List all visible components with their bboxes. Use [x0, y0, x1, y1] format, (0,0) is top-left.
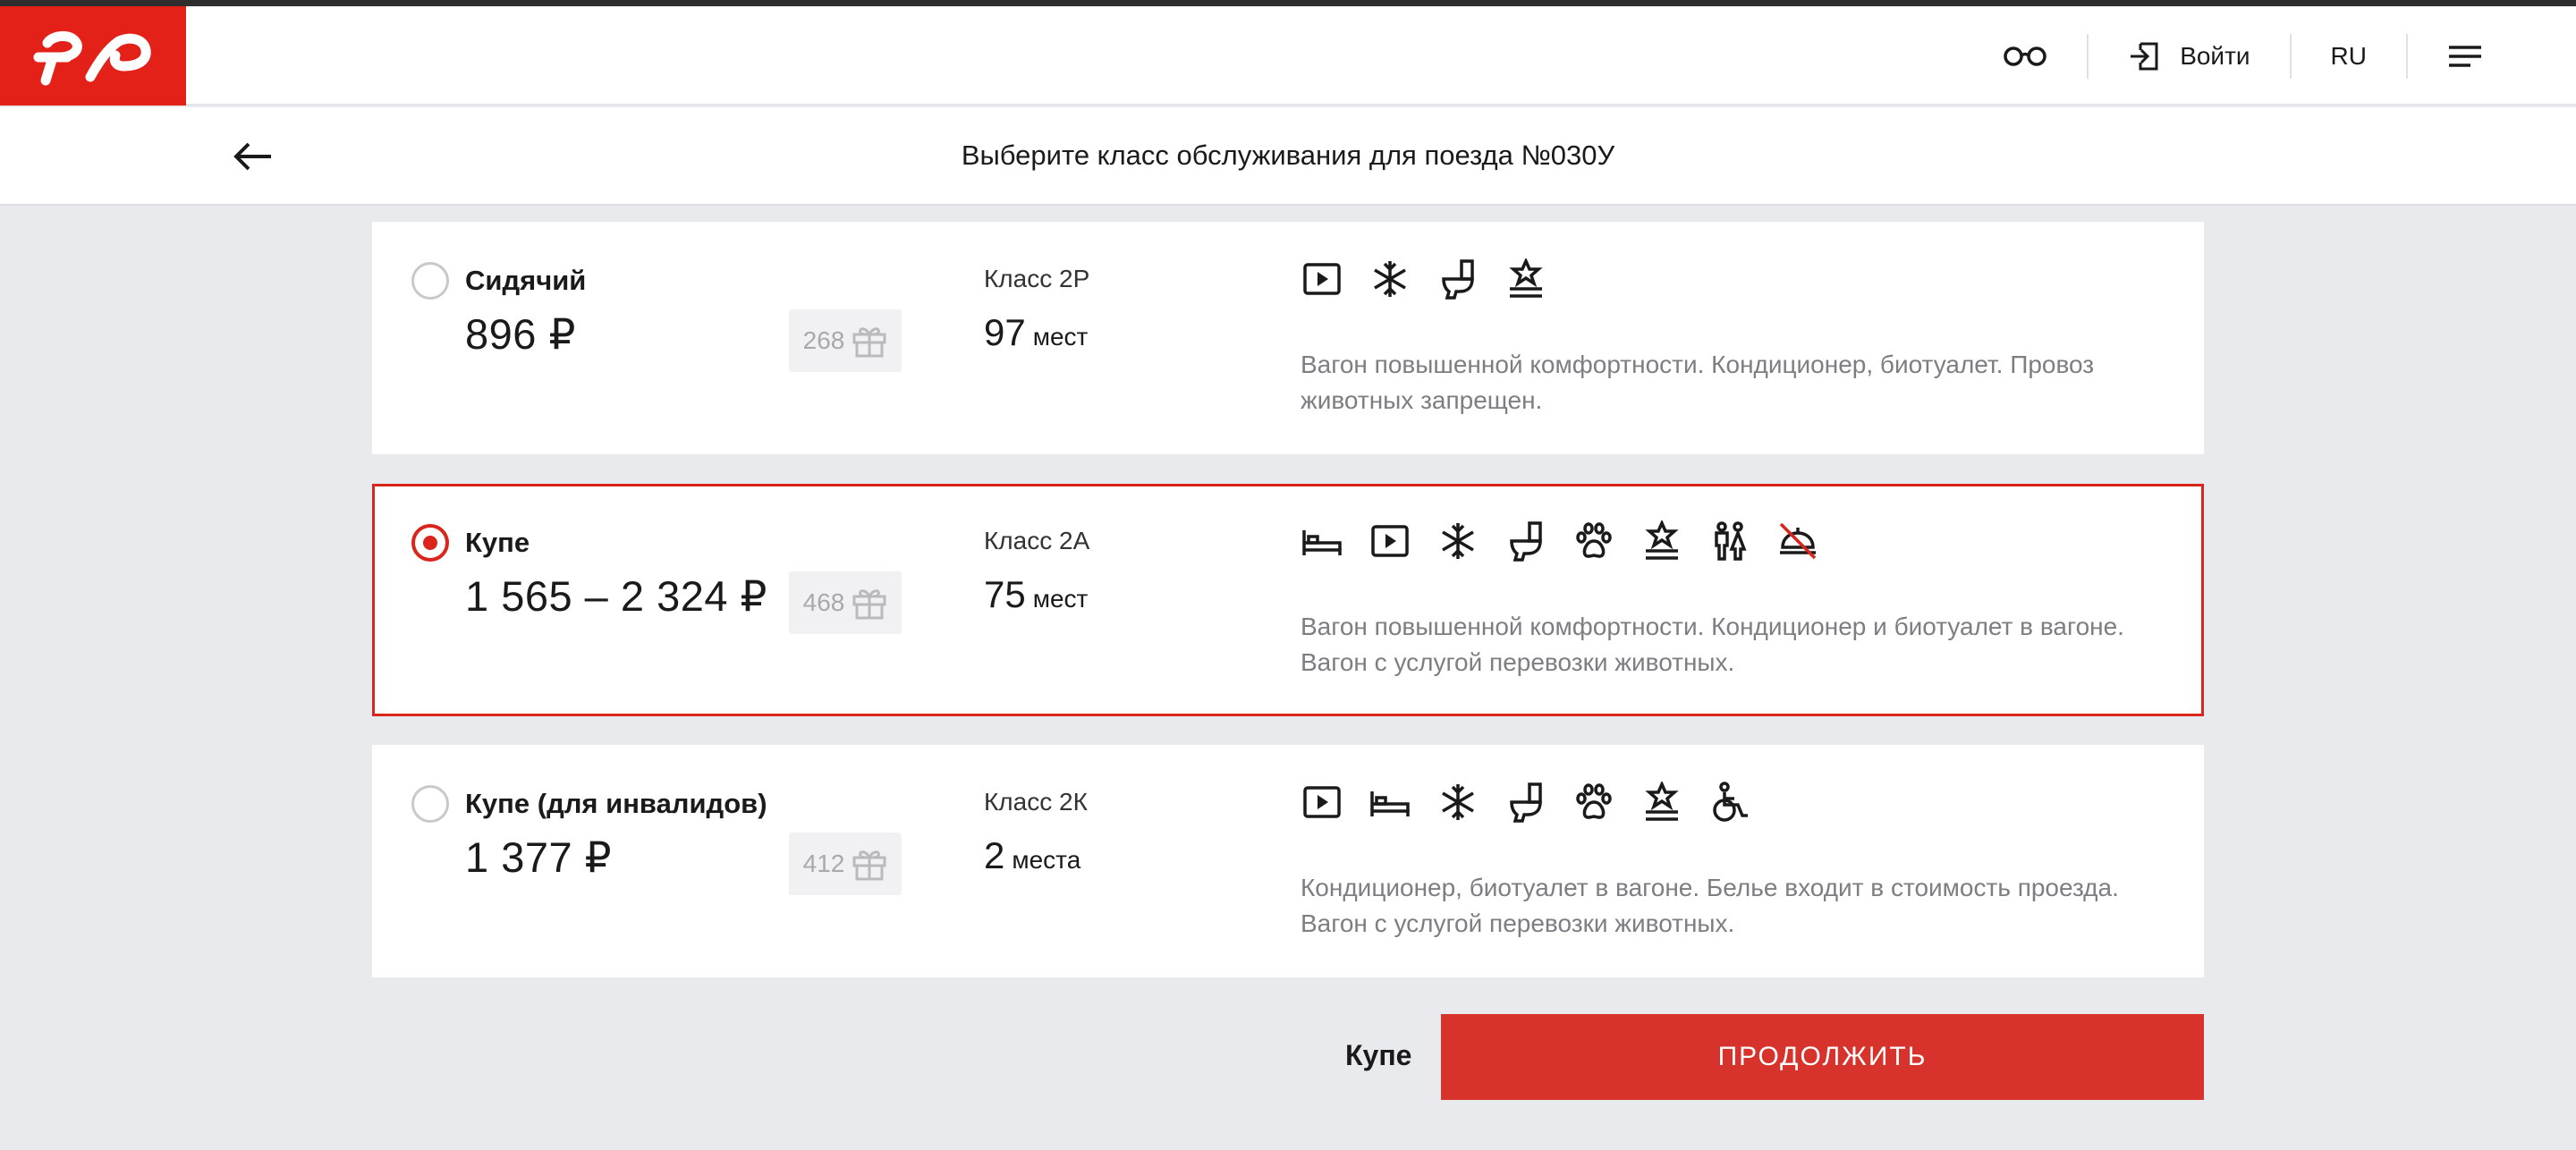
continue-button[interactable]: ПРОДОЛЖИТЬ — [1441, 1014, 2204, 1100]
amenities-icons — [1301, 258, 1547, 300]
seats-available: 97 мест — [984, 311, 1088, 354]
glasses-icon — [2004, 46, 2046, 66]
comfort-icon — [1640, 520, 1683, 562]
car-class: Класс 2К — [984, 788, 1088, 816]
selected-class-label: Купе — [1345, 1039, 1412, 1071]
bonus-points: 468 — [802, 588, 845, 616]
bonus-points-badge: 468 — [789, 571, 902, 634]
video-icon — [1301, 781, 1343, 824]
seats-available: 2 места — [984, 834, 1080, 877]
gift-icon — [852, 850, 886, 881]
bonus-points: 412 — [802, 850, 845, 877]
snowflake-icon — [1436, 781, 1479, 824]
top-header: Войти RU — [0, 6, 2576, 106]
no-food-icon — [1776, 520, 1819, 562]
login-icon — [2131, 42, 2158, 70]
menu-button[interactable] — [2408, 6, 2522, 106]
radio-button[interactable] — [411, 262, 449, 300]
amenities-icons — [1301, 520, 1819, 562]
seats-word: мест — [1032, 585, 1089, 613]
snowflake-icon — [1436, 520, 1479, 562]
service-class-card-selected[interactable]: Купе 1 565 – 2 324 ₽ 468 Класс 2А 75 мес… — [372, 484, 2204, 716]
class-description: Вагон повышенной комфортности. Кондицион… — [1301, 613, 2124, 676]
gift-icon — [852, 589, 886, 620]
seats-count: 75 — [984, 573, 1026, 615]
wheelchair-icon — [1708, 781, 1751, 824]
comfort-icon — [1640, 781, 1683, 824]
seats-available: 75 мест — [984, 573, 1088, 616]
top-border — [0, 0, 2576, 6]
price: 1 377 ₽ — [465, 833, 613, 881]
class-name: Купе (для инвалидов) — [465, 788, 767, 819]
class-description: Вагон повышенной комфортности. Кондицион… — [1301, 351, 2095, 414]
bonus-points-badge: 268 — [789, 309, 902, 372]
bonus-points: 268 — [802, 326, 845, 354]
language-label: RU — [2330, 41, 2367, 70]
rzd-logo[interactable] — [0, 6, 186, 106]
video-icon — [1301, 258, 1343, 300]
subheader-bar: Выберите класс обслуживания для поезда №… — [0, 107, 2576, 206]
seats-count: 2 — [984, 834, 1005, 876]
class-description: Кондиционер, биотуалет в вагоне. Белье в… — [1301, 874, 2119, 937]
paw-icon — [1572, 781, 1615, 824]
menu-icon — [2449, 45, 2481, 67]
toilet-icon — [1436, 258, 1479, 300]
paw-icon — [1572, 520, 1615, 562]
car-class: Класс 2А — [984, 527, 1090, 554]
bonus-points-badge: 412 — [789, 833, 902, 895]
toilet-icon — [1504, 520, 1547, 562]
snowflake-icon — [1368, 258, 1411, 300]
service-class-card[interactable]: Сидячий 896 ₽ 268 Класс 2Р 97 мест Вагон… — [372, 222, 2204, 454]
class-name: Купе — [465, 527, 530, 558]
amenities-icons — [1301, 781, 1751, 824]
video-icon — [1368, 520, 1411, 562]
service-class-card[interactable]: Купе (для инвалидов) 1 377 ₽ 412 Класс 2… — [372, 745, 2204, 977]
page-title: Выберите класс обслуживания для поезда №… — [961, 140, 1615, 171]
login-label: Войти — [2180, 41, 2250, 70]
rzd-logo-icon — [33, 30, 151, 85]
price: 1 565 – 2 324 ₽ — [465, 572, 767, 620]
class-name: Сидячий — [465, 265, 587, 296]
radio-button[interactable] — [411, 785, 449, 823]
login-button[interactable]: Войти — [2089, 6, 2289, 106]
bed-icon — [1301, 520, 1343, 562]
price: 896 ₽ — [465, 310, 576, 358]
seats-word: мест — [1032, 323, 1089, 351]
toilet-icon — [1504, 781, 1547, 824]
gift-icon — [852, 327, 886, 358]
radio-button[interactable] — [411, 524, 449, 562]
accessibility-button[interactable] — [1963, 6, 2087, 106]
comfort-icon — [1504, 258, 1547, 300]
language-switcher[interactable]: RU — [2292, 6, 2406, 106]
car-class: Класс 2Р — [984, 265, 1090, 292]
seats-count: 97 — [984, 311, 1026, 353]
bed-icon — [1368, 781, 1411, 824]
seats-word: места — [1012, 846, 1081, 874]
man-woman-icon — [1708, 520, 1751, 562]
header-actions: Войти RU — [1963, 6, 2522, 106]
